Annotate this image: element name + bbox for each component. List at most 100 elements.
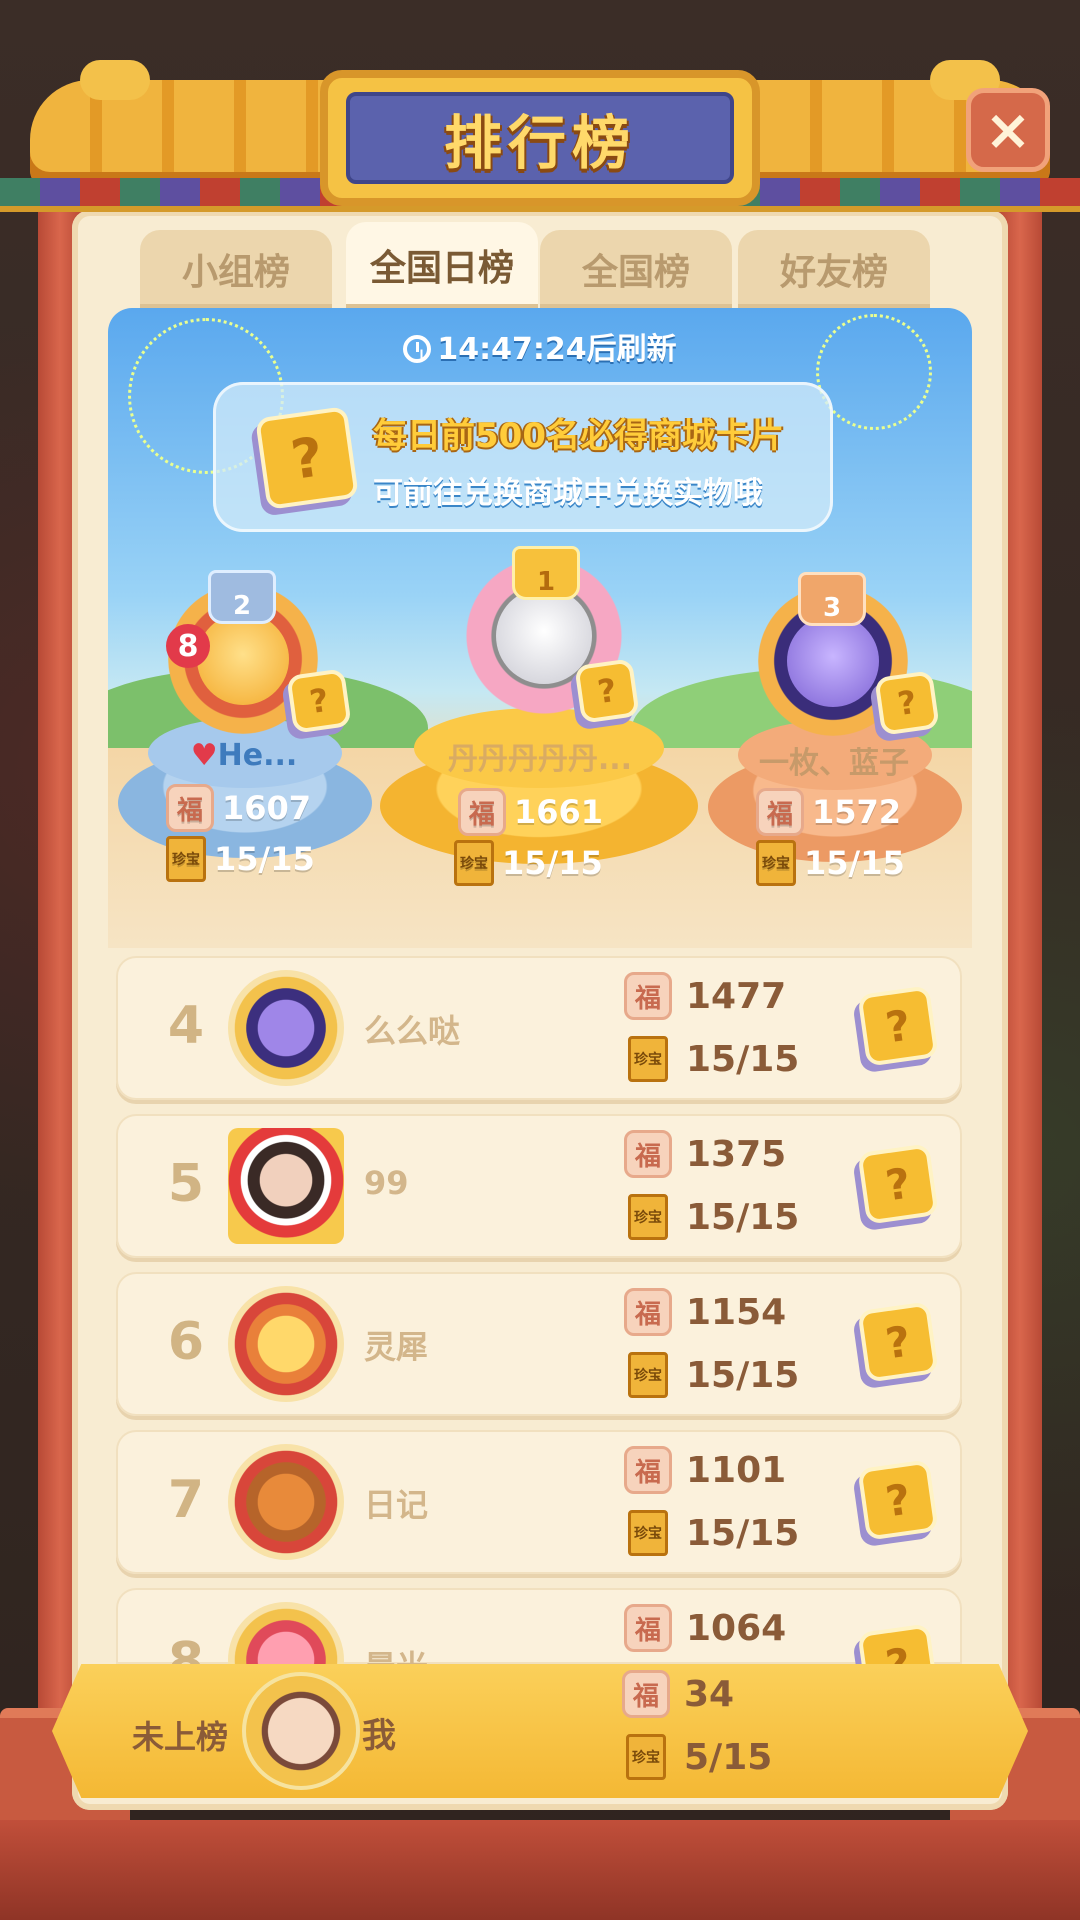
podium-second-pages: 珍宝 15/15 <box>166 836 315 882</box>
pages-value: 15/15 <box>686 1512 800 1554</box>
mystery-card-icon[interactable]: ? <box>857 1459 939 1541</box>
podium-third-pages: 珍宝 15/15 <box>756 840 905 886</box>
avatar <box>228 1444 344 1560</box>
podium-second-name: ♥He... <box>124 738 364 773</box>
score-value: 34 <box>684 1673 735 1715</box>
list-item[interactable]: 4 么么哒 福 1477 珍宝 15/15 ? <box>116 956 962 1100</box>
pages: 珍宝 15/15 <box>628 1194 799 1240</box>
question-mark: ? <box>882 1000 914 1052</box>
mystery-card-icon[interactable]: ? <box>857 1623 939 1664</box>
crown-rank-number: 1 <box>536 567 556 597</box>
pages-value: 15/15 <box>686 1038 800 1080</box>
book-icon: 珍宝 <box>166 836 206 882</box>
question-mark: ? <box>307 680 331 722</box>
pages-value: 15/15 <box>214 840 315 878</box>
list-item[interactable]: 6 灵犀 福 1154 珍宝 15/15 ? <box>116 1272 962 1416</box>
mystery-card-icon: ? <box>286 668 352 734</box>
mystery-card-icon: ? <box>255 406 359 510</box>
pages: 珍宝 15/15 <box>628 1510 799 1556</box>
fu-icon: 福 <box>756 788 804 836</box>
refresh-text: 14:47:24后刷新 <box>437 332 677 367</box>
pages-value: 15/15 <box>804 844 905 882</box>
rank-number: 5 <box>167 1154 205 1214</box>
fu-icon: 福 <box>458 788 506 836</box>
player-name: 日记 <box>364 1486 429 1524</box>
score: 福 1064 <box>624 1604 786 1652</box>
score-value: 1154 <box>686 1291 787 1333</box>
avatar <box>228 1286 344 1402</box>
title-plaque-inner: 排行榜 <box>346 92 734 184</box>
podium-first-name: 丹丹丹丹丹... <box>447 742 633 777</box>
fu-icon: 福 <box>624 1604 672 1652</box>
notice-line-2: 可前往兑换商城中兑换实物哦 <box>373 476 763 511</box>
book-icon: 珍宝 <box>756 840 796 886</box>
podium-third-name: 一枚、蓝子 <box>759 746 909 781</box>
score-value: 1064 <box>686 1607 787 1649</box>
title-plaque: 排行榜 <box>320 70 760 206</box>
tab-national[interactable]: 全国榜 <box>540 230 732 308</box>
player-name: 么么哒 <box>364 1012 461 1050</box>
fu-icon: 福 <box>624 1446 672 1494</box>
tab-group[interactable]: 小组榜 <box>140 230 332 308</box>
name-text: He... <box>217 738 298 773</box>
mystery-card-icon[interactable]: ? <box>857 1143 939 1225</box>
avatar <box>228 1128 344 1244</box>
my-rank-bar[interactable]: 未上榜 我 福 34 珍宝 5/15 <box>52 1664 1028 1798</box>
level-badge-number: 8 <box>177 628 199 664</box>
mystery-card-icon: ? <box>574 658 640 724</box>
list-item[interactable]: 5 99 福 1375 珍宝 15/15 ? <box>116 1114 962 1258</box>
reward-notice[interactable]: ? 每日前500名必得商城卡片 可前往兑换商城中兑换实物哦 <box>213 382 833 532</box>
list-item[interactable]: 8 晨光 福 1064 ? <box>116 1588 962 1664</box>
floor <box>0 1820 1080 1920</box>
avatar <box>228 1602 344 1664</box>
tab-bar: 小组榜 全国日榜 全国榜 好友榜 <box>140 222 940 310</box>
pages-value: 15/15 <box>686 1196 800 1238</box>
score-value: 1375 <box>686 1133 787 1175</box>
score-value: 1101 <box>686 1449 787 1491</box>
pages-value: 15/15 <box>502 844 603 882</box>
level-badge: 8 <box>166 624 210 668</box>
book-icon: 珍宝 <box>628 1510 668 1556</box>
book-icon: 珍宝 <box>628 1036 668 1082</box>
book-icon: 珍宝 <box>626 1734 666 1780</box>
question-mark: ? <box>882 1638 914 1664</box>
question-mark: ? <box>895 682 919 724</box>
score-value: 1607 <box>222 789 312 827</box>
heart-icon: ♥ <box>190 738 218 773</box>
question-mark: ? <box>882 1474 914 1526</box>
notice-line-1: 每日前500名必得商城卡片 <box>373 416 784 456</box>
tab-label: 全国日榜 <box>369 248 514 289</box>
tab-friends[interactable]: 好友榜 <box>738 230 930 308</box>
score-value: 1661 <box>514 793 604 831</box>
mystery-card-icon[interactable]: ? <box>857 1301 939 1383</box>
mystery-card-icon: ? <box>874 670 940 736</box>
tab-national-daily[interactable]: 全国日榜 <box>346 222 538 308</box>
close-button[interactable]: × <box>966 88 1050 172</box>
top-three-banner: 14:47:24后刷新 ? 每日前500名必得商城卡片 可前往兑换商城中兑换实物… <box>108 308 972 948</box>
rank-number: 7 <box>167 1470 205 1530</box>
question-mark: ? <box>882 1158 914 1210</box>
crown-rank-number: 3 <box>822 593 842 623</box>
list-item[interactable]: 7 日记 福 1101 珍宝 15/15 ? <box>116 1430 962 1574</box>
book-icon: 珍宝 <box>628 1352 668 1398</box>
mystery-card-icon[interactable]: ? <box>857 985 939 1067</box>
my-pages: 珍宝 5/15 <box>626 1734 772 1780</box>
score: 福 1101 <box>624 1446 786 1494</box>
book-icon: 珍宝 <box>628 1194 668 1240</box>
refresh-timer: 14:47:24后刷新 <box>108 324 972 368</box>
pages: 珍宝 15/15 <box>628 1036 799 1082</box>
podium-first-score: 福 1661 <box>458 788 603 836</box>
rank-crown-3: 3 <box>798 572 866 626</box>
pages-value: 5/15 <box>684 1736 773 1778</box>
pages-value: 15/15 <box>686 1354 800 1396</box>
player-name: 99 <box>364 1164 409 1202</box>
rank-number: 6 <box>167 1312 205 1372</box>
avatar <box>228 970 344 1086</box>
score: 福 1375 <box>624 1130 786 1178</box>
question-mark: ? <box>882 1316 914 1368</box>
tab-label: 好友榜 <box>779 252 888 293</box>
my-avatar[interactable] <box>242 1672 360 1790</box>
fu-icon: 福 <box>624 1288 672 1336</box>
question-mark: ? <box>595 670 619 712</box>
fu-icon: 福 <box>166 784 214 832</box>
